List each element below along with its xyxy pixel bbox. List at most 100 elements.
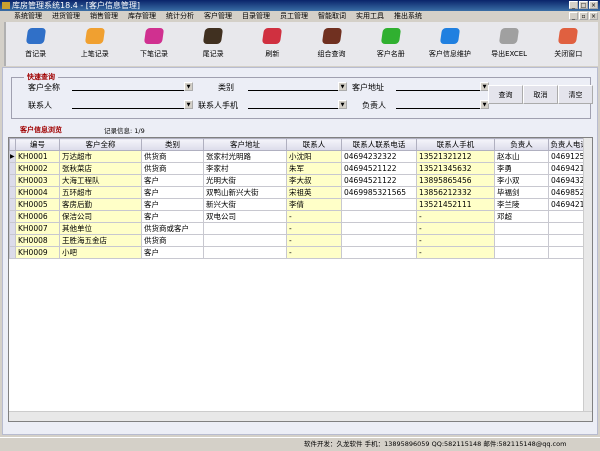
table-cell[interactable]: 客户 bbox=[141, 174, 204, 187]
table-cell[interactable]: KH0001 bbox=[15, 150, 60, 163]
column-header[interactable]: 联系人联系电话 bbox=[341, 138, 417, 151]
column-header[interactable]: 联系人 bbox=[286, 138, 342, 151]
table-cell[interactable]: 光明大街 bbox=[203, 174, 287, 187]
table-cell[interactable]: KH0009 bbox=[15, 246, 60, 259]
menu-item[interactable]: 进货管理 bbox=[52, 11, 80, 22]
column-header[interactable]: 类别 bbox=[141, 138, 204, 151]
table-cell[interactable]: 保洁公司 bbox=[59, 210, 142, 223]
table-cell[interactable] bbox=[494, 246, 549, 259]
table-cell[interactable]: 李大叔 bbox=[286, 174, 342, 187]
table-cell[interactable] bbox=[341, 198, 417, 211]
menu-item[interactable]: 系统管理 bbox=[14, 11, 42, 22]
table-cell[interactable]: 毕福剑 bbox=[494, 186, 549, 199]
contact-mobile-input[interactable] bbox=[248, 100, 338, 109]
menu-item[interactable]: 客户管理 bbox=[204, 11, 232, 22]
table-cell[interactable]: - bbox=[286, 222, 342, 235]
table-cell[interactable]: 供货商 bbox=[141, 234, 204, 247]
table-cell[interactable]: 李兰陵 bbox=[494, 198, 549, 211]
table-cell[interactable]: 新兴大街 bbox=[203, 198, 287, 211]
menu-item[interactable]: 智能取词 bbox=[318, 11, 346, 22]
table-cell[interactable]: 0469985321565 bbox=[341, 186, 417, 199]
table-cell[interactable]: 双鸭山新兴大街 bbox=[203, 186, 287, 199]
customer-maintain-button[interactable]: 客户信息维护 bbox=[423, 22, 477, 66]
table-cell[interactable]: 13521345632 bbox=[416, 162, 495, 175]
table-cell[interactable] bbox=[341, 222, 417, 235]
table-cell[interactable]: 客户 bbox=[141, 198, 204, 211]
table-cell[interactable] bbox=[341, 210, 417, 223]
table-cell[interactable] bbox=[203, 222, 287, 235]
first-record-button[interactable]: 首记录 bbox=[9, 22, 63, 66]
table-cell[interactable] bbox=[341, 234, 417, 247]
column-header[interactable]: 联系人手机 bbox=[416, 138, 495, 151]
table-cell[interactable]: 小吧 bbox=[59, 246, 142, 259]
table-cell[interactable]: 13521321212 bbox=[416, 150, 495, 163]
column-header[interactable]: 客户地址 bbox=[203, 138, 287, 151]
table-row[interactable]: KH0008 王胜海五金店 供货商 - - bbox=[9, 234, 591, 247]
table-cell[interactable]: 朱军 bbox=[286, 162, 342, 175]
table-cell[interactable]: 04694521122 bbox=[341, 162, 417, 175]
table-cell[interactable]: 客户 bbox=[141, 246, 204, 259]
mdi-minimize-button[interactable]: _ bbox=[569, 12, 578, 20]
customer-grid[interactable]: 编号 客户全称 类别 客户地址 联系人 联系人联系电话 联系人手机 负责人 负责人电话 ▶ KH00… bbox=[8, 137, 593, 422]
mdi-restore-button[interactable]: ▫ bbox=[579, 12, 588, 20]
mdi-close-button[interactable]: × bbox=[589, 12, 598, 20]
table-row[interactable]: KH0006 保洁公司 客户 双电公司 - - 邓超 bbox=[9, 210, 591, 223]
export-excel-button[interactable]: 导出EXCEL bbox=[482, 22, 536, 66]
table-cell[interactable]: 邓超 bbox=[494, 210, 549, 223]
menu-item[interactable]: 实用工具 bbox=[356, 11, 384, 22]
maximize-button[interactable]: □ bbox=[579, 1, 588, 9]
contact-dropdown[interactable]: ▼ bbox=[184, 100, 193, 109]
query-button[interactable]: 查询 bbox=[488, 85, 523, 104]
table-cell[interactable] bbox=[341, 246, 417, 259]
table-cell[interactable]: 双电公司 bbox=[203, 210, 287, 223]
combined-query-button[interactable]: 组合查询 bbox=[305, 22, 359, 66]
table-cell[interactable]: 13521452111 bbox=[416, 198, 495, 211]
horizontal-scrollbar[interactable] bbox=[9, 411, 592, 421]
menu-item[interactable]: 统计分析 bbox=[166, 11, 194, 22]
category-input[interactable] bbox=[248, 82, 338, 91]
column-header[interactable]: 客户全称 bbox=[59, 138, 142, 151]
table-cell[interactable]: 客户 bbox=[141, 210, 204, 223]
vertical-scrollbar[interactable] bbox=[583, 138, 592, 413]
table-row[interactable]: KH0002 张秋菜店 供货商 李家村 朱军 04694521122 13521345632… bbox=[9, 162, 591, 175]
table-cell[interactable]: 张家村光明路 bbox=[203, 150, 287, 163]
table-cell[interactable]: - bbox=[416, 246, 495, 259]
menu-item[interactable]: 推出系统 bbox=[394, 11, 422, 22]
close-button[interactable]: × bbox=[589, 1, 598, 9]
table-cell[interactable]: 其他单位 bbox=[59, 222, 142, 235]
table-cell[interactable] bbox=[203, 234, 287, 247]
menu-item[interactable]: 销售管理 bbox=[90, 11, 118, 22]
table-cell[interactable]: 李家村 bbox=[203, 162, 287, 175]
table-cell[interactable]: - bbox=[286, 246, 342, 259]
menu-item[interactable]: 目录管理 bbox=[242, 11, 270, 22]
table-cell[interactable]: 大海工程队 bbox=[59, 174, 142, 187]
table-cell[interactable]: - bbox=[416, 210, 495, 223]
table-cell[interactable]: 赵本山 bbox=[494, 150, 549, 163]
menu-item[interactable]: 员工管理 bbox=[280, 11, 308, 22]
table-cell[interactable]: 李小双 bbox=[494, 174, 549, 187]
table-cell[interactable]: - bbox=[416, 234, 495, 247]
table-cell[interactable]: 万达超市 bbox=[59, 150, 142, 163]
menu-item[interactable]: 库存管理 bbox=[128, 11, 156, 22]
table-cell[interactable]: 客户 bbox=[141, 186, 204, 199]
table-cell[interactable]: 13895865456 bbox=[416, 174, 495, 187]
table-cell[interactable]: KH0007 bbox=[15, 222, 60, 235]
table-cell[interactable]: 04694521122 bbox=[341, 174, 417, 187]
refresh-button[interactable]: 刷新 bbox=[245, 22, 299, 66]
table-cell[interactable]: KH0008 bbox=[15, 234, 60, 247]
table-cell[interactable]: KH0002 bbox=[15, 162, 60, 175]
table-cell[interactable]: 宋祖英 bbox=[286, 186, 342, 199]
table-cell[interactable]: 五环超市 bbox=[59, 186, 142, 199]
cancel-button[interactable]: 取消 bbox=[523, 85, 558, 104]
table-cell[interactable]: KH0005 bbox=[15, 198, 60, 211]
contact-input[interactable] bbox=[72, 100, 184, 109]
table-row[interactable]: KH0009 小吧 客户 - - bbox=[9, 246, 591, 259]
table-row[interactable]: KH0004 五环超市 客户 双鸭山新兴大街 宋祖英 0469985321565 13856… bbox=[9, 186, 591, 199]
table-cell[interactable]: 供货商 bbox=[141, 150, 204, 163]
category-dropdown[interactable]: ▼ bbox=[338, 82, 347, 91]
table-cell[interactable] bbox=[203, 246, 287, 259]
contact-mobile-dropdown[interactable]: ▼ bbox=[338, 100, 347, 109]
table-cell[interactable]: 客房后勤 bbox=[59, 198, 142, 211]
table-cell[interactable] bbox=[494, 234, 549, 247]
table-cell[interactable] bbox=[494, 222, 549, 235]
